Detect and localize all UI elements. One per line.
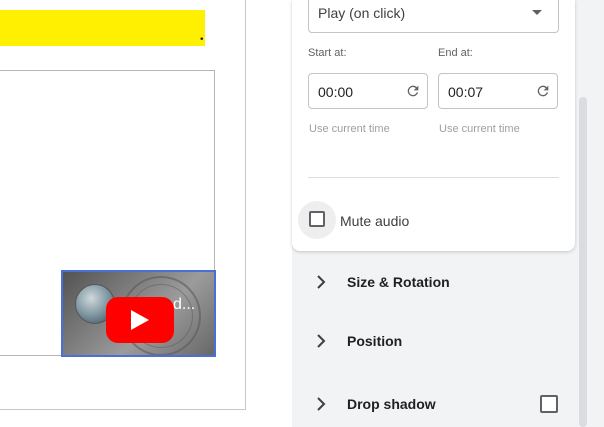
section-position[interactable]: Position xyxy=(292,321,604,361)
chevron-right-icon xyxy=(317,397,326,411)
start-time-field[interactable]: 00:00 xyxy=(308,73,428,109)
divider xyxy=(308,177,559,178)
section-title: Drop shadow xyxy=(347,396,436,412)
end-time-field[interactable]: 00:07 xyxy=(438,73,558,109)
video-playback-card: Play (on click) Start at: End at: 00:00 … xyxy=(292,0,575,251)
start-time-value: 00:00 xyxy=(318,84,354,100)
mute-audio-checkbox[interactable] xyxy=(309,211,325,227)
reset-icon[interactable] xyxy=(535,83,551,99)
end-time-value: 00:07 xyxy=(448,84,484,100)
section-size-rotation[interactable]: Size & Rotation xyxy=(292,262,604,302)
format-options-panel: Play (on click) Start at: End at: 00:00 … xyxy=(292,0,604,427)
video-thumbnail[interactable]: d... xyxy=(61,270,216,357)
slide-text-period: . xyxy=(199,20,205,45)
panel-scrollbar[interactable] xyxy=(579,97,587,427)
highlighted-text[interactable] xyxy=(0,10,205,46)
chevron-right-icon xyxy=(317,334,326,348)
reset-icon[interactable] xyxy=(405,83,421,99)
end-use-current-time-link[interactable]: Use current time xyxy=(439,123,520,135)
mute-audio-row[interactable]: Mute audio xyxy=(298,201,498,239)
drop-shadow-checkbox[interactable] xyxy=(540,395,558,413)
start-at-label: Start at: xyxy=(308,47,347,59)
section-drop-shadow[interactable]: Drop shadow xyxy=(292,384,604,424)
play-mode-value: Play (on click) xyxy=(318,5,406,21)
start-use-current-time-link[interactable]: Use current time xyxy=(309,123,390,135)
slide-canvas[interactable]: . d... xyxy=(0,0,292,427)
chevron-down-icon xyxy=(532,10,542,15)
video-title: d... xyxy=(173,296,196,313)
section-title: Position xyxy=(347,333,403,349)
chevron-right-icon xyxy=(317,275,326,289)
section-title: Size & Rotation xyxy=(347,274,450,290)
play-mode-select[interactable]: Play (on click) xyxy=(308,0,559,33)
mute-audio-label: Mute audio xyxy=(340,213,410,229)
end-at-label: End at: xyxy=(438,47,473,59)
youtube-play-icon[interactable] xyxy=(106,297,174,343)
